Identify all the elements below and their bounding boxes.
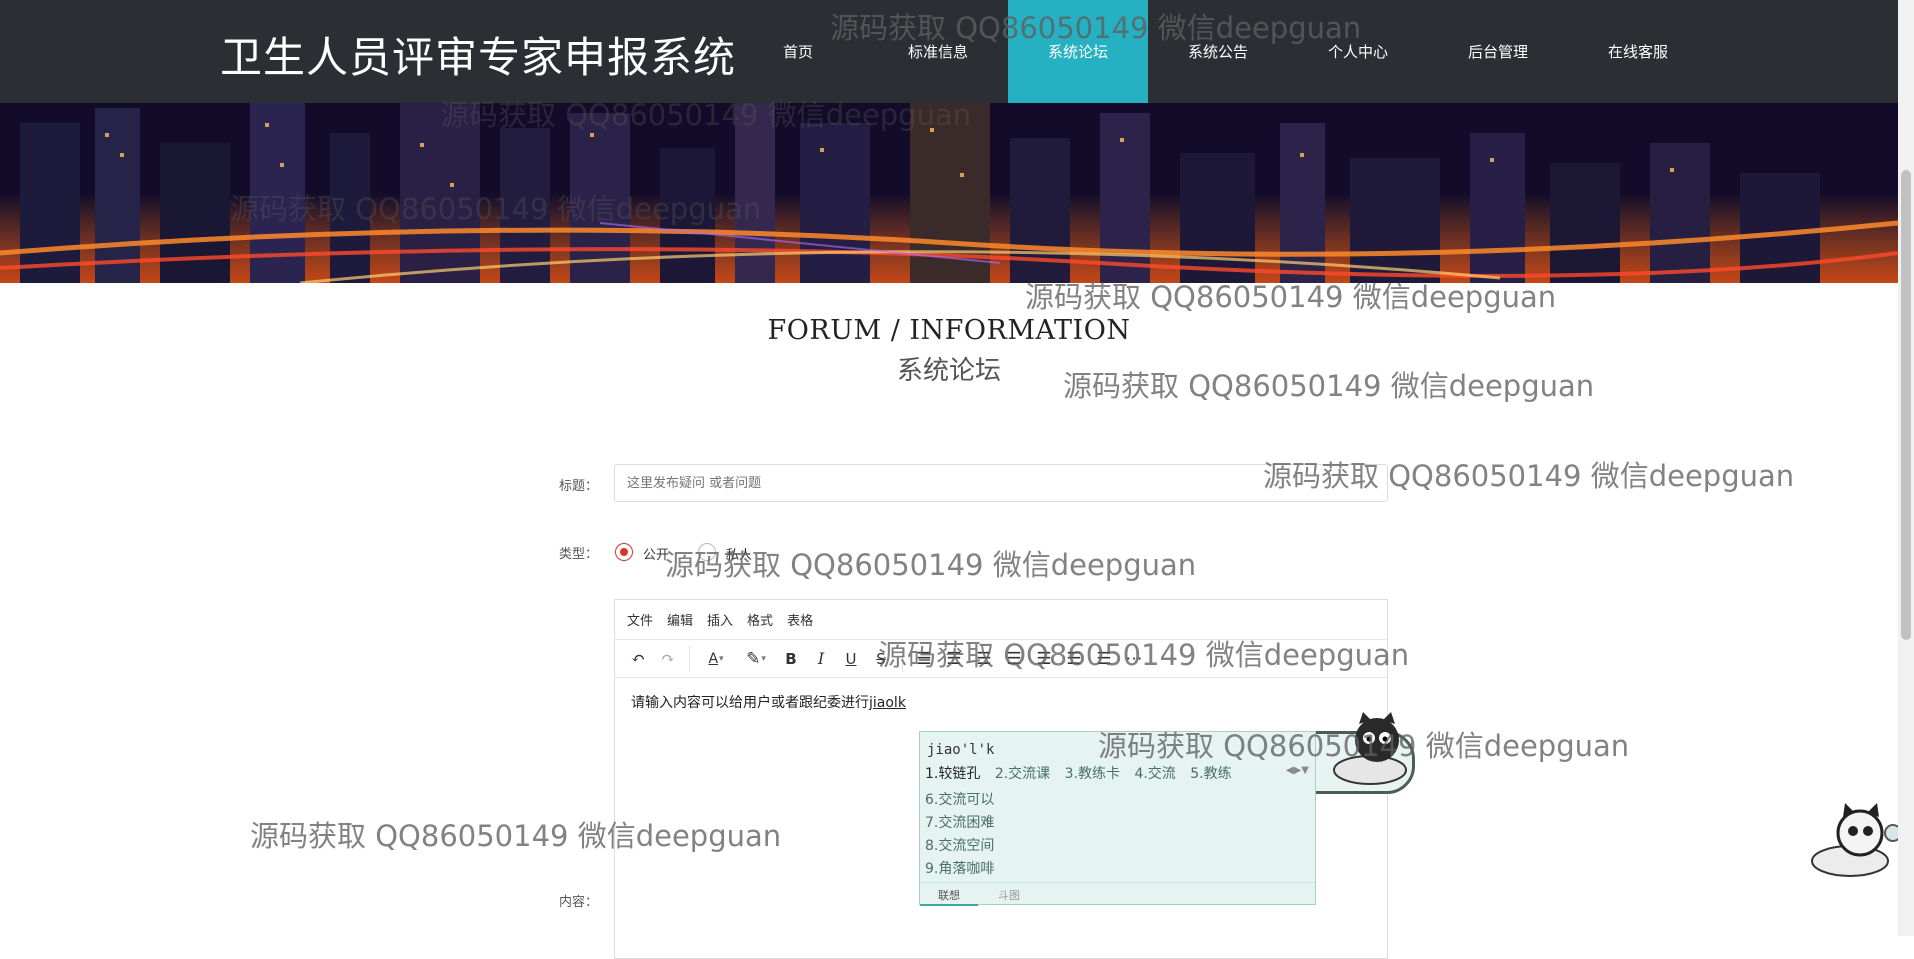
menu-file[interactable]: 文件 — [627, 610, 653, 629]
section-title-en: FORUM / INFORMATION — [767, 315, 1131, 346]
nav-announcements[interactable]: 系统公告 — [1148, 0, 1288, 103]
undo-icon[interactable]: ↶ — [623, 644, 653, 674]
ime-candidate-6[interactable]: 6.交流可以 — [925, 789, 994, 809]
ime-page-arrows-icon[interactable]: ◀▶▼ — [1286, 765, 1309, 776]
ime-candidate-8[interactable]: 8.交流空间 — [925, 835, 994, 855]
ime-tabs: 联想 斗图 — [920, 882, 1315, 906]
ime-candidate-9[interactable]: 9.角落咖啡 — [925, 858, 994, 878]
menu-insert[interactable]: 插入 — [707, 610, 733, 629]
editor-menubar: 文件 编辑 插入 格式 表格 — [615, 600, 1387, 640]
ime-candidate-1[interactable]: 1.较链孔 — [925, 766, 980, 782]
menu-table[interactable]: 表格 — [787, 610, 813, 629]
ime-candidate-3[interactable]: 3.教练卡 — [1065, 766, 1120, 782]
ime-candidate-window: jiao'l'k 1.较链孔 2.交流课 3.教练卡 4.交流 5.教练 ◀▶▼… — [919, 731, 1415, 906]
city-banner-image — [0, 103, 1898, 283]
site-title: 卫生人员评审专家申报系统 — [220, 33, 737, 82]
indent-icon[interactable]: ☰ — [1089, 644, 1119, 674]
editor-content-text: 请输入内容可以给用户或者跟纪委进行 — [631, 695, 869, 711]
more-icon[interactable]: ⋯ — [1119, 644, 1149, 674]
nav-personal-center[interactable]: 个人中心 — [1288, 0, 1428, 103]
type-label: 类型： — [559, 547, 599, 562]
type-private-radio[interactable] — [698, 543, 716, 561]
ime-candidate-2[interactable]: 2.交流课 — [995, 766, 1050, 782]
ime-candidate-4[interactable]: 4.交流 — [1134, 766, 1175, 782]
align-right-icon[interactable]: ☰ — [969, 644, 999, 674]
section-title-cn: 系统论坛 — [896, 356, 1001, 386]
ime-candidate-panel: jiao'l'k 1.较链孔 2.交流课 3.教练卡 4.交流 5.教练 ◀▶▼… — [919, 731, 1316, 906]
italic-icon[interactable]: I — [806, 644, 836, 674]
menu-edit[interactable]: 编辑 — [667, 610, 693, 629]
bold-icon[interactable]: B — [776, 644, 806, 674]
redo-icon[interactable]: ↷ — [653, 644, 683, 674]
main-nav: 首页 标准信息 系统论坛 系统公告 个人中心 后台管理 在线客服 — [728, 0, 1708, 103]
editor-content-area[interactable]: 请输入内容可以给用户或者跟纪委进行jiaolk — [615, 678, 1387, 726]
nav-forum[interactable]: 系统论坛 — [1008, 0, 1148, 103]
title-input[interactable] — [614, 464, 1388, 502]
ime-row-candidates: 1.较链孔 2.交流课 3.教练卡 4.交流 5.教练 — [925, 763, 1242, 783]
ime-candidate-5[interactable]: 5.教练 — [1190, 766, 1231, 782]
highlight-icon[interactable]: ✎ ▾ — [736, 644, 776, 674]
nav-standards[interactable]: 标准信息 — [868, 0, 1008, 103]
strikethrough-icon[interactable]: S — [866, 644, 896, 674]
editor-typed-text: jiaolk — [869, 695, 906, 711]
numbered-list-icon[interactable]: ☰ — [1059, 644, 1089, 674]
align-left-icon[interactable]: ☰ — [909, 644, 939, 674]
top-header: 卫生人员评审专家申报系统 首页 标准信息 系统论坛 系统公告 个人中心 后台管理… — [0, 0, 1914, 103]
nav-admin[interactable]: 后台管理 — [1428, 0, 1568, 103]
ime-composition: jiao'l'k — [927, 742, 995, 758]
bullet-list-icon[interactable]: ☰ — [1029, 644, 1059, 674]
ime-tab-association[interactable]: 联想 — [920, 887, 978, 906]
editor-toolbar: ↶ ↷ A ▾ ✎ ▾ B I U S ☰ ☰ ☰ ☰ ☰ ☰ ☰ ⋯ — [615, 640, 1387, 678]
underline-icon[interactable]: U — [836, 644, 866, 674]
menu-format[interactable]: 格式 — [747, 610, 773, 629]
align-center-icon[interactable]: ☰ — [939, 644, 969, 674]
floating-mascot-cat-icon[interactable] — [1805, 803, 1898, 883]
page-scrollbar-thumb[interactable] — [1901, 170, 1911, 640]
page-scrollbar[interactable] — [1898, 0, 1914, 936]
type-private-label: 私人 — [726, 548, 753, 563]
nav-home[interactable]: 首页 — [728, 0, 868, 103]
ime-tab-memes[interactable]: 斗图 — [998, 887, 1020, 903]
type-public-label: 公开 — [643, 548, 670, 563]
text-color-icon[interactable]: A ▾ — [696, 644, 736, 674]
type-public-radio[interactable] — [615, 543, 633, 561]
align-justify-icon[interactable]: ☰ — [999, 644, 1029, 674]
title-label: 标题： — [559, 479, 599, 494]
ime-candidate-7[interactable]: 7.交流困难 — [925, 812, 994, 832]
content-label: 内容： — [559, 895, 599, 910]
nav-online-service[interactable]: 在线客服 — [1568, 0, 1708, 103]
ime-mascot-cat-icon — [1333, 712, 1407, 785]
